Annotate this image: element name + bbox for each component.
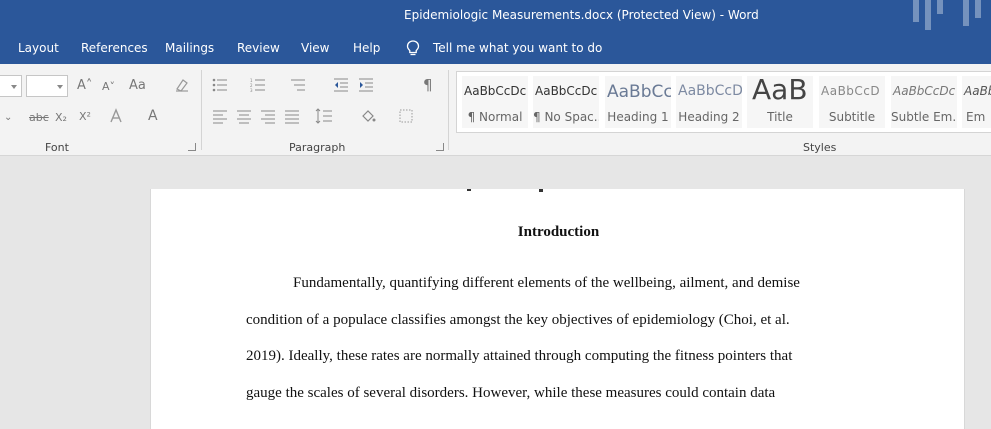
shrink-font-button[interactable]: A˅ [102,80,115,94]
style-sample: AaBbCcD [821,84,881,98]
tell-me-search[interactable]: Tell me what you want to do [433,41,602,55]
style-sample: AaB [752,76,808,106]
clear-formatting-icon[interactable] [174,77,190,93]
style-no-spacing[interactable]: AaBbCcDc ¶ No Spac... [533,76,599,128]
tab-layout[interactable]: Layout [18,41,59,55]
style-heading-1[interactable]: AaBbCc Heading 1 [605,76,671,128]
svg-text:3: 3 [250,88,253,92]
font-color-button[interactable]: A [148,109,158,123]
font-size-combo[interactable] [26,75,68,97]
align-left-icon[interactable] [212,110,228,124]
borders-icon[interactable] [399,109,413,123]
tab-view[interactable]: View [301,41,329,55]
underline-dropdown-icon[interactable]: ⌄ [4,111,12,125]
lightbulb-icon[interactable] [404,39,422,57]
title-bar: Epidemiologic Measurements.docx (Protect… [0,0,991,34]
font-name-combo[interactable] [0,75,22,97]
styles-group-label: Styles [803,141,837,154]
tab-mailings[interactable]: Mailings [165,41,214,55]
paragraph-line: 2019). Ideally, these rates are normally… [246,348,793,364]
section-heading: Introduction [517,224,600,240]
bullets-icon[interactable] [212,78,228,92]
style-sample: AaBbCcDc [893,84,956,98]
style-name: Subtle Em... [891,110,957,124]
style-sample: AaBbCcDc [535,84,598,98]
paragraph-line: condition of a populace classifies among… [246,312,790,328]
numbering-icon[interactable]: 123 [250,78,266,92]
align-right-icon[interactable] [260,110,276,124]
tab-review[interactable]: Review [237,41,280,55]
title-bar-pattern-decoration [913,0,981,30]
style-heading-2[interactable]: AaBbCcD Heading 2 [676,76,742,128]
style-sample: AaBbCcDc [464,84,527,98]
show-formatting-marks-icon[interactable]: ¶ [423,78,433,93]
change-case-button[interactable]: Aa [129,79,146,93]
text-effects-icon[interactable] [108,108,124,124]
document-page[interactable]: Introduction Fundamentally, quantifying … [150,189,965,429]
styles-gallery: AaBbCcDc ¶ Normal AaBbCcDc ¶ No Spac... … [456,71,991,133]
grow-font-button[interactable]: A˄ [77,79,92,93]
style-name: Subtitle [828,110,876,124]
group-divider [448,70,449,150]
style-name: Em [966,110,986,124]
style-name: ¶ No Spac... [533,110,599,124]
strikethrough-button[interactable]: abc [29,111,49,125]
style-subtitle[interactable]: AaBbCcD Subtitle [819,76,885,128]
paragraph-line: gauge the scales of several disorders. H… [246,385,776,401]
style-sample: AaBbCc [607,82,671,102]
style-title[interactable]: AaB Title [747,76,813,128]
font-dialog-launcher[interactable] [188,143,196,151]
style-name: Title [767,110,793,124]
font-group-label: Font [45,141,69,154]
decrease-indent-icon[interactable] [333,78,349,92]
shading-icon[interactable] [360,108,376,124]
group-divider [201,70,202,150]
subscript-button[interactable]: X₂ [55,111,67,125]
style-subtle-emphasis[interactable]: AaBbCcDc Subtle Em... [891,76,957,128]
align-center-icon[interactable] [236,110,252,124]
tab-references[interactable]: References [81,41,148,55]
line-spacing-icon[interactable] [315,108,333,124]
style-sample: AaBb [964,84,991,98]
ribbon-tabs: Layout References Mailings Review View H… [0,34,991,64]
paragraph-group-label: Paragraph [289,141,346,154]
style-name: Heading 1 [607,110,669,124]
style-sample: AaBbCcD [678,83,742,99]
multilevel-list-icon[interactable] [290,78,306,92]
style-name: Heading 2 [678,110,740,124]
window-title: Epidemiologic Measurements.docx (Protect… [404,8,759,22]
paragraph-dialog-launcher[interactable] [436,143,444,151]
style-name: ¶ Normal [467,110,523,124]
style-emphasis[interactable]: AaBb Em [962,76,991,128]
ribbon: A˄ A˅ Aa ⌄ abc X₂ X² A Font 123 ¶ Paragr… [0,64,991,156]
style-normal[interactable]: AaBbCcDc ¶ Normal [462,76,528,128]
superscript-button[interactable]: X² [79,110,91,124]
tab-help[interactable]: Help [353,41,380,55]
clipped-previous-line [465,185,545,193]
increase-indent-icon[interactable] [358,78,374,92]
justify-icon[interactable] [284,110,300,124]
paragraph-line: Fundamentally, quantifying different ele… [293,275,800,291]
